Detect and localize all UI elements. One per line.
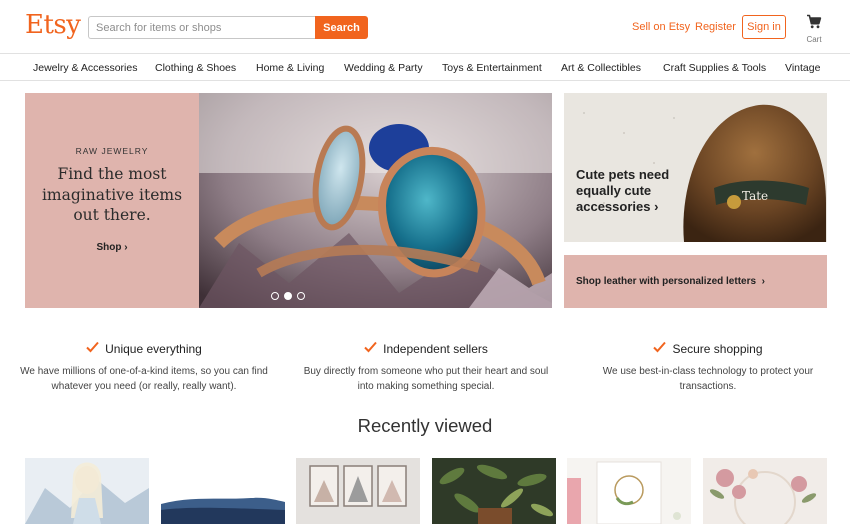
recent-item-image [161, 458, 285, 524]
value-prop-desc: We have millions of one-of-a-kind items,… [20, 366, 268, 392]
site-header: Etsy Search Sell on Etsy Register Sign i… [0, 0, 850, 54]
value-prop-desc: Buy directly from someone who put their … [303, 366, 549, 392]
hero-shop-label: Shop [96, 242, 122, 253]
cart-icon [807, 14, 822, 29]
value-prop-sellers: Independent sellers Buy directly from so… [296, 340, 556, 394]
recent-item-image [296, 458, 420, 524]
chevron-right-icon: › [650, 199, 659, 214]
leather-promo-card[interactable]: Shop leather with personalized letters › [564, 255, 827, 308]
category-craft[interactable]: Craft Supplies & Tools [663, 62, 766, 74]
recent-item-5[interactable] [567, 458, 691, 524]
value-prop-title: Secure shopping [672, 341, 763, 356]
category-nav: Jewelry & Accessories Clothing & Shoes H… [0, 55, 850, 81]
sign-in-button[interactable]: Sign in [742, 15, 786, 39]
hero-shop-link[interactable]: Shop › [25, 242, 199, 253]
category-vintage[interactable]: Vintage [785, 62, 820, 74]
recent-item-image [703, 458, 827, 524]
pet-collar-tag: Tate [742, 189, 768, 203]
carousel-dot-3[interactable] [297, 292, 305, 300]
cart-button[interactable]: Cart [804, 14, 824, 44]
value-prop-title: Unique everything [105, 341, 202, 356]
category-clothing[interactable]: Clothing & Shoes [155, 62, 236, 74]
category-jewelry[interactable]: Jewelry & Accessories [33, 62, 137, 74]
checkmark-icon [364, 341, 377, 356]
recent-item-3[interactable] [296, 458, 420, 524]
category-art[interactable]: Art & Collectibles [561, 62, 641, 74]
pets-promo-card[interactable]: Tate Cute pets need equally cute accesso… [564, 93, 827, 242]
leather-promo-text: Shop leather with personalized letters › [576, 276, 765, 287]
search-bar: Search [88, 16, 368, 39]
category-toys[interactable]: Toys & Entertainment [442, 62, 542, 74]
recent-item-6[interactable] [703, 458, 827, 524]
pets-promo-text: Cute pets need equally cute accessories … [576, 167, 696, 215]
carousel-dot-1[interactable] [271, 292, 279, 300]
recent-item-4[interactable] [432, 458, 556, 524]
recent-item-image [25, 458, 149, 524]
checkmark-icon [86, 341, 99, 356]
recent-item-image [567, 458, 691, 524]
hero-text-panel: RAW JEWELRY Find the most imaginative it… [25, 93, 199, 308]
value-prop-title: Independent sellers [383, 341, 488, 356]
search-button[interactable]: Search [315, 16, 368, 39]
value-prop-unique: Unique everything We have millions of on… [14, 340, 274, 394]
recent-item-image [432, 458, 556, 524]
recent-item-1[interactable] [25, 458, 149, 524]
checkmark-icon [653, 341, 667, 356]
value-prop-secure: Secure shopping We use best-in-class tec… [578, 340, 838, 394]
etsy-logo[interactable]: Etsy [25, 10, 81, 40]
hero-kicker: RAW JEWELRY [75, 146, 149, 156]
chevron-right-icon: › [756, 276, 765, 287]
search-input[interactable] [88, 16, 315, 39]
chevron-right-icon: › [121, 242, 128, 253]
register-link[interactable]: Register [695, 21, 736, 33]
hero-ring-image [199, 93, 552, 308]
sell-on-etsy-link[interactable]: Sell on Etsy [632, 21, 690, 33]
hero-banner[interactable]: RAW JEWELRY Find the most imaginative it… [25, 93, 552, 308]
carousel-dot-2[interactable] [284, 292, 292, 300]
recent-item-2[interactable] [161, 458, 285, 524]
recently-viewed-title: Recently viewed [357, 415, 493, 436]
cart-label: Cart [806, 35, 822, 44]
hero-title: Find the most imaginative items out ther… [41, 165, 183, 224]
leather-promo-label: Shop leather with personalized letters [576, 276, 757, 287]
category-wedding[interactable]: Wedding & Party [344, 62, 423, 74]
value-prop-desc: We use best-in-class technology to prote… [602, 366, 814, 392]
category-home[interactable]: Home & Living [256, 62, 324, 74]
